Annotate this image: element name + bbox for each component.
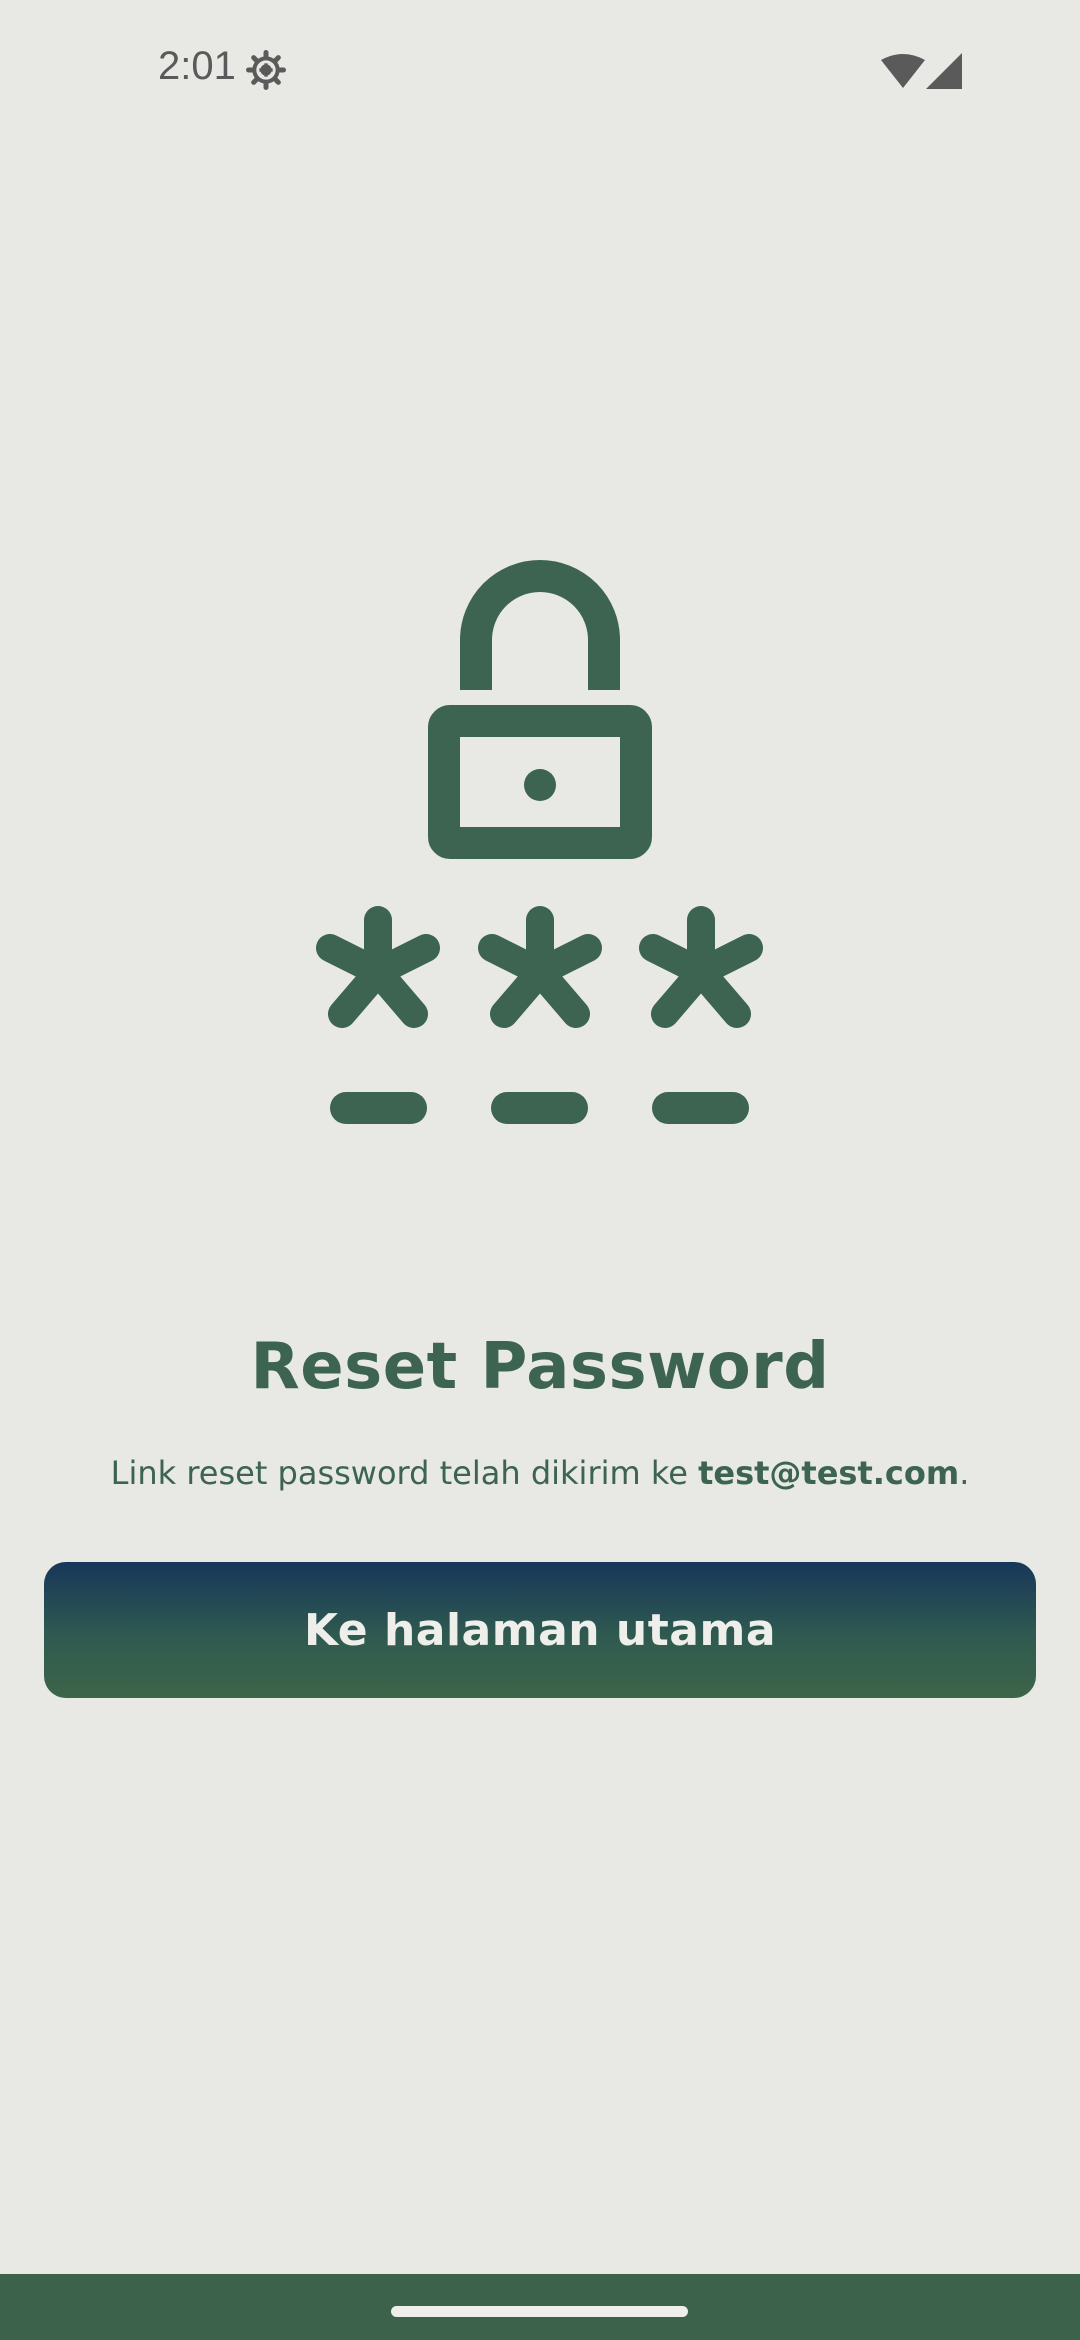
go-home-button[interactable]: Ke halaman utama	[44, 1562, 1036, 1698]
status-time: 2:01	[158, 44, 236, 88]
message-period: .	[959, 1454, 970, 1492]
gear-icon	[246, 50, 286, 90]
password-lock-icon	[316, 560, 763, 1124]
reset-message: Link reset password telah dikirim ke tes…	[0, 1448, 1080, 1498]
go-home-button-label: Ke halaman utama	[303, 1604, 777, 1656]
message-text: Link reset password telah dikirim ke	[110, 1454, 699, 1492]
page-title: Reset Password	[250, 1330, 830, 1404]
status-bar: 2:01	[0, 0, 1080, 140]
wifi-icon	[881, 54, 925, 88]
navigation-bar	[0, 2274, 1080, 2340]
home-indicator[interactable]	[391, 2306, 688, 2317]
signal-icon	[926, 53, 962, 89]
email-address: test@test.com	[698, 1454, 960, 1492]
